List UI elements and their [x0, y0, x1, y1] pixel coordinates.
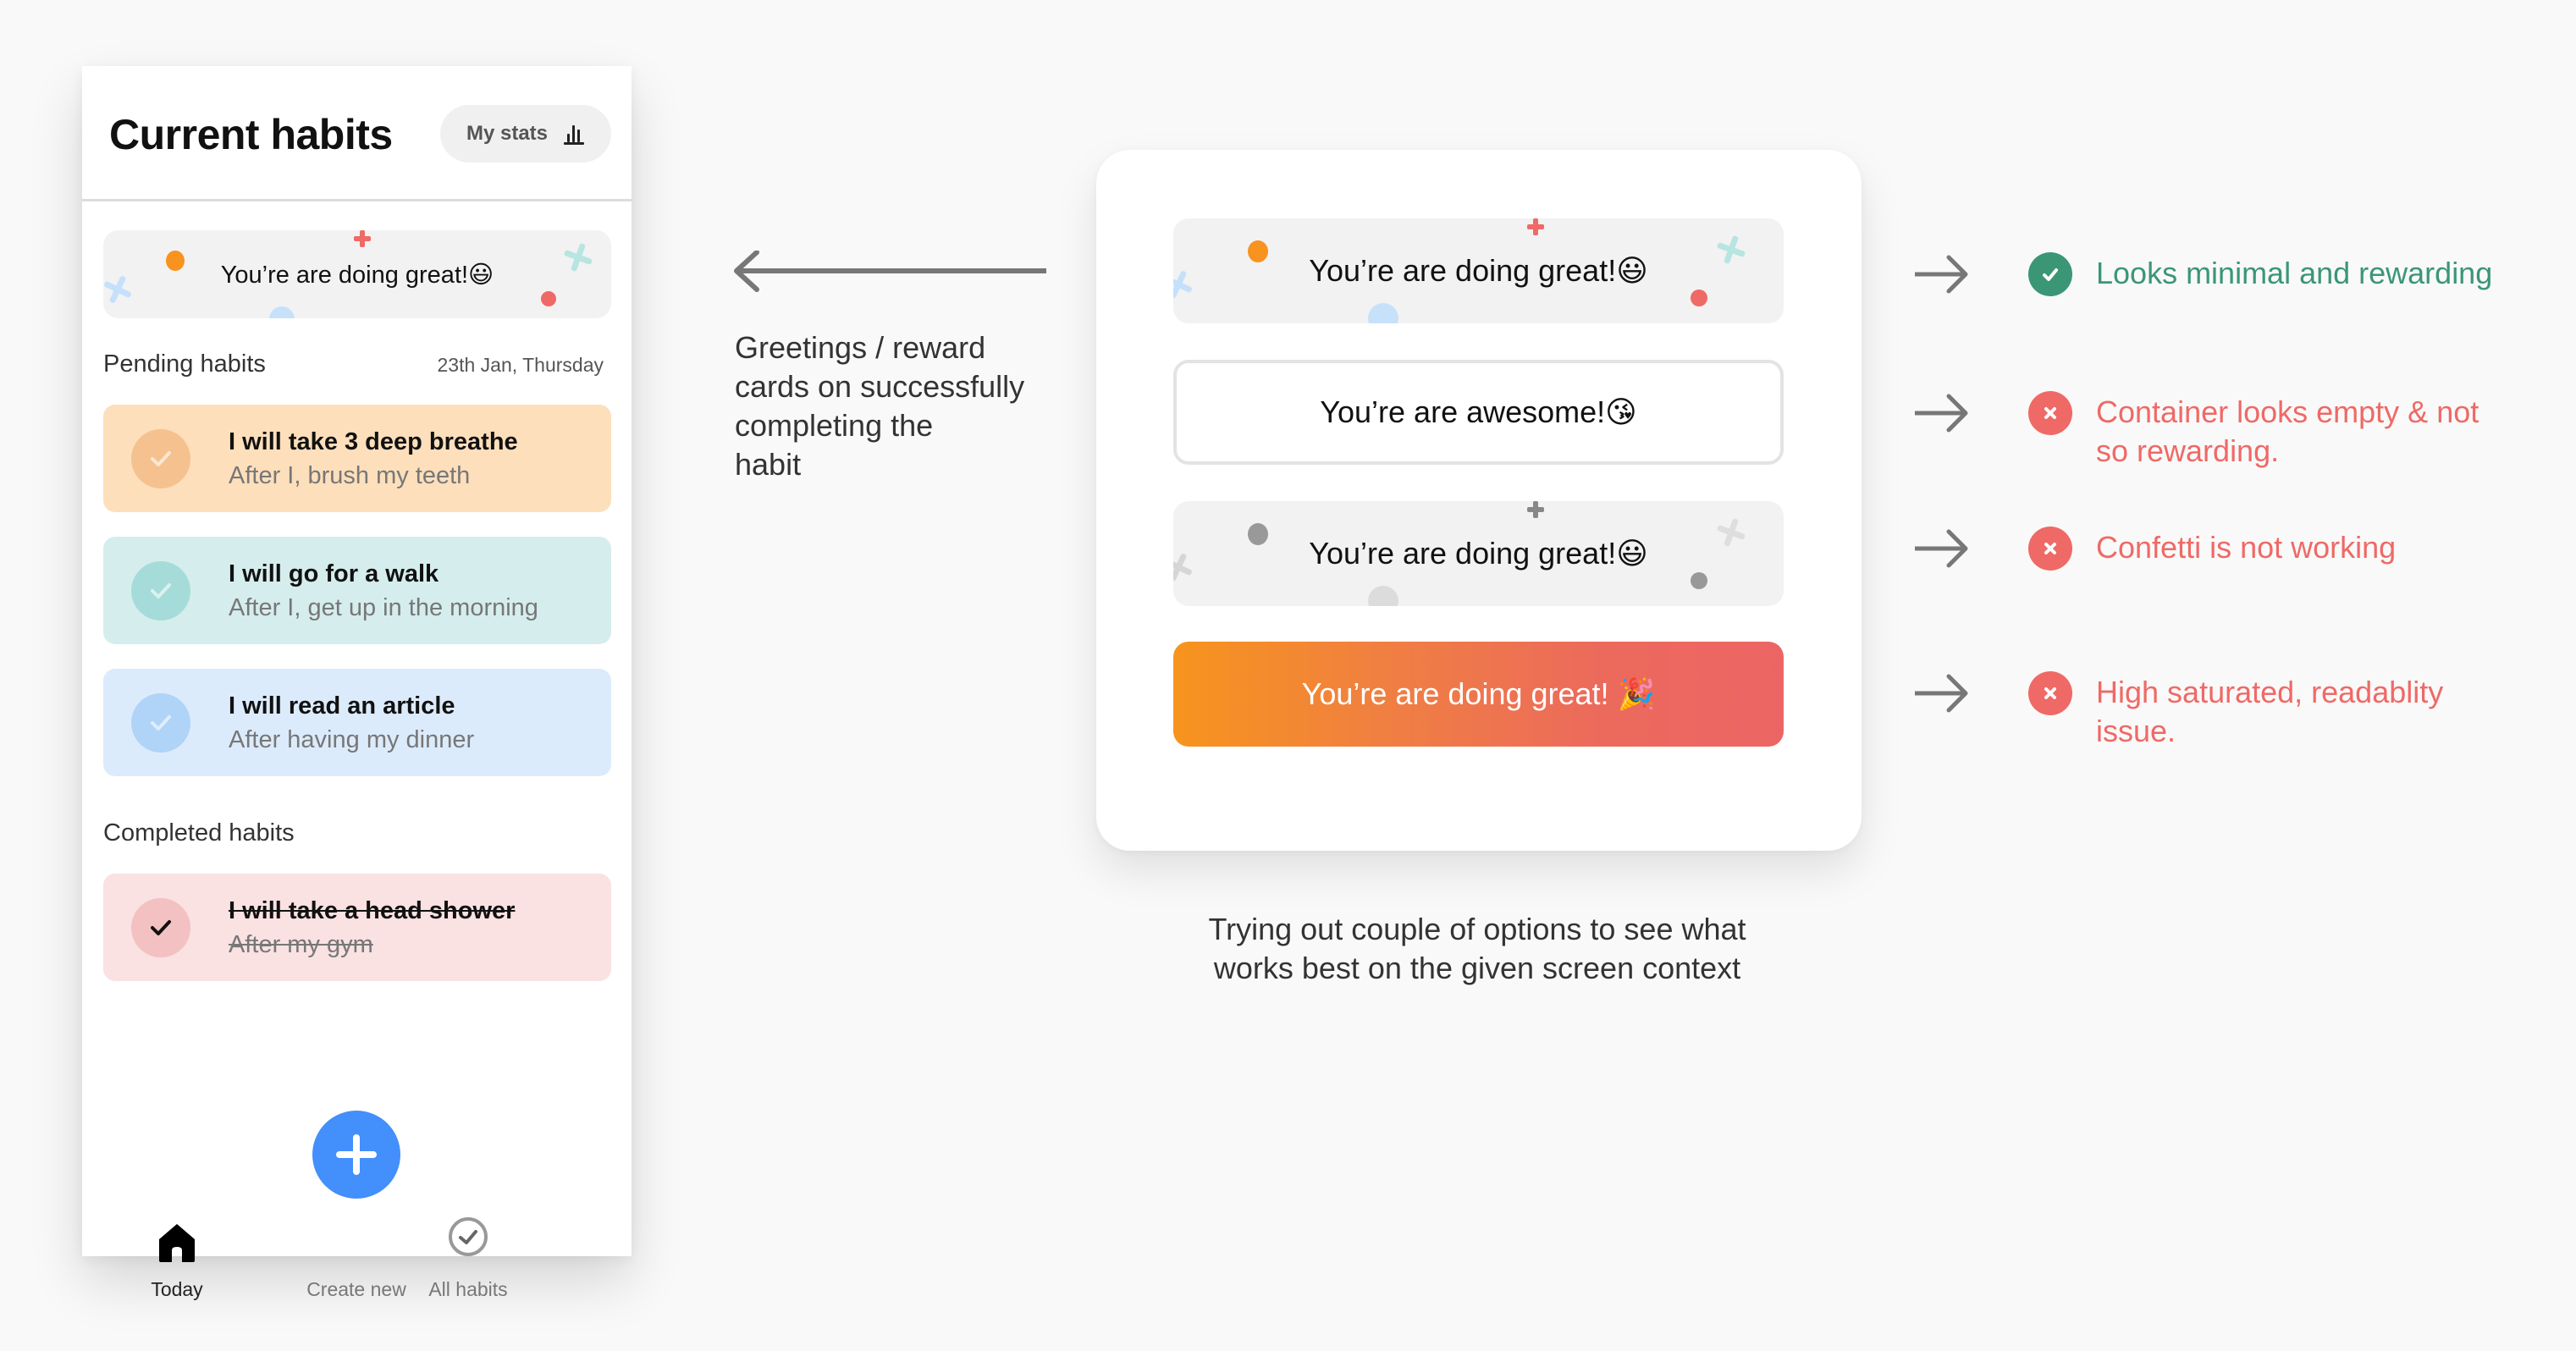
checkmark-icon — [151, 451, 171, 466]
app-header: Current habits My stats — [82, 66, 632, 201]
verdict-text: Container looks empty & not so rewarding. — [2096, 393, 2536, 471]
confetti-cross-grey — [1173, 552, 1194, 582]
verdict-line: issue. — [2096, 714, 2176, 748]
arrow-right-icon — [1915, 529, 1968, 568]
note-line: cards on successfully — [735, 369, 1025, 404]
verdict-text: Looks minimal and rewarding — [2096, 254, 2536, 293]
confetti-dot-lightgrey — [1368, 586, 1398, 606]
confetti-dot-orange — [1248, 240, 1268, 262]
x-circle-icon — [2028, 391, 2072, 435]
nav-today[interactable]: Today — [101, 1116, 253, 1300]
habit-subtitle: After I, get up in the morning — [229, 594, 538, 621]
greeting-note: Greetings / reward cards on successfully… — [735, 328, 1040, 484]
arrow-right-icon — [1915, 394, 1968, 433]
confetti-cross-teal — [1715, 234, 1747, 266]
pending-habit-card[interactable]: I will take 3 deep breathe After I, brush… — [103, 405, 611, 512]
habit-title: I will go for a walk — [229, 560, 439, 587]
pending-habit-card[interactable]: I will go for a walk After I, get up in t… — [103, 537, 611, 644]
habit-title: I will take 3 deep breathe — [229, 428, 518, 455]
completed-habits-label: Completed habits — [103, 819, 295, 846]
confetti-dot-blue — [1368, 303, 1398, 323]
confetti-plus-red — [356, 232, 369, 245]
confetti-dot-red — [541, 291, 556, 306]
option-text: You’re are doing great! 🎉 — [1301, 676, 1656, 711]
habit-check-button[interactable] — [131, 898, 190, 957]
habit-subtitle: After my gym — [229, 931, 373, 958]
confetti-cross-teal — [564, 243, 593, 272]
habit-check-button[interactable] — [131, 561, 190, 620]
verdict-text: High saturated, readablity issue. — [2096, 673, 2536, 751]
arrow-right-icon — [1915, 674, 1968, 713]
date-label: 23th Jan, Thursday — [437, 354, 604, 376]
option-text: You’re are awesome!😘 — [1320, 394, 1637, 429]
note-line: Greetings / reward — [735, 330, 986, 365]
option-card-confetti-color: You’re are doing great!😃 — [1173, 218, 1784, 323]
nav-create-label: Create new — [306, 1278, 406, 1300]
confetti-dot-blue — [269, 306, 295, 318]
option-text: You’re are doing great!😃 — [1309, 253, 1648, 288]
nav-today-label: Today — [151, 1278, 203, 1300]
confetti-dot-orange — [166, 251, 185, 271]
nav-all-habits[interactable]: All habits — [392, 1116, 544, 1300]
pending-habits-label: Pending habits — [103, 350, 266, 378]
create-new-button[interactable] — [312, 1111, 400, 1199]
arrow-right-icon — [1915, 255, 1968, 294]
option-text: You’re are doing great!😃 — [1309, 536, 1648, 571]
completed-habit-card[interactable]: I will take a head shower After my gym — [103, 874, 611, 981]
bar-chart-icon — [563, 123, 585, 145]
option-card-gradient: You’re are doing great! 🎉 — [1173, 642, 1784, 747]
pending-habit-card[interactable]: I will read an article After having my di… — [103, 669, 611, 776]
note-line: completing the — [735, 408, 934, 443]
habit-check-button[interactable] — [131, 429, 190, 488]
check-circle-icon — [449, 1217, 488, 1256]
verdict-text: Confetti is not working — [2096, 528, 2536, 567]
home-icon — [159, 1224, 195, 1262]
confetti-cross-blue — [1173, 269, 1194, 300]
note-line: habit — [735, 447, 802, 482]
habit-subtitle: After having my dinner — [229, 726, 475, 753]
caption-line: Trying out couple of options to see what — [1208, 912, 1746, 946]
confetti-plus-grey — [1527, 501, 1544, 518]
confetti-plus-red — [1527, 218, 1544, 235]
phone-mockup: Current habits My stats You’re are doing… — [82, 66, 632, 1300]
confetti-cross-blue — [105, 277, 130, 302]
verdict-line: High saturated, readablity — [2096, 675, 2444, 709]
habit-title: I will read an article — [229, 692, 455, 720]
checkmark-icon — [151, 583, 171, 598]
checkmark-icon — [151, 920, 171, 935]
x-circle-icon — [2028, 527, 2072, 571]
habit-check-button[interactable] — [131, 693, 190, 753]
options-panel: You’re are doing great!😃 You’re are awes… — [1096, 150, 1862, 851]
checkmark-icon — [151, 715, 171, 731]
confetti-dot-grey — [1691, 572, 1707, 589]
caption-line: works best on the given screen context — [1213, 951, 1741, 985]
nav-all-label: All habits — [428, 1278, 508, 1300]
options-caption: Trying out couple of options to see what… — [1139, 910, 1816, 988]
confetti-dot-grey — [1248, 523, 1268, 545]
confetti-cross-lightgrey — [1715, 516, 1747, 549]
verdict-line: Looks minimal and rewarding — [2096, 256, 2493, 290]
page-title: Current habits — [109, 111, 393, 158]
my-stats-label: My stats — [466, 122, 549, 145]
greeting-text: You’re are doing great!😃 — [220, 261, 494, 289]
option-card-confetti-grey: You’re are doing great!😃 — [1173, 501, 1784, 606]
verdict-line: Confetti is not working — [2096, 530, 2397, 565]
verdict-line: Container looks empty & not — [2096, 394, 2479, 429]
arrow-left-icon — [734, 251, 1046, 292]
habit-subtitle: After I, brush my teeth — [229, 462, 471, 489]
option-card-outlined: You’re are awesome!😘 — [1173, 360, 1784, 465]
habit-title: I will take a head shower — [229, 897, 516, 924]
verdict-line: so rewarding. — [2096, 433, 2280, 468]
x-circle-icon — [2028, 671, 2072, 715]
confetti-dot-red — [1691, 290, 1707, 306]
greeting-card: You’re are doing great!😃 — [103, 230, 611, 318]
check-circle-icon — [2028, 252, 2072, 296]
my-stats-button[interactable]: My stats — [440, 105, 611, 163]
